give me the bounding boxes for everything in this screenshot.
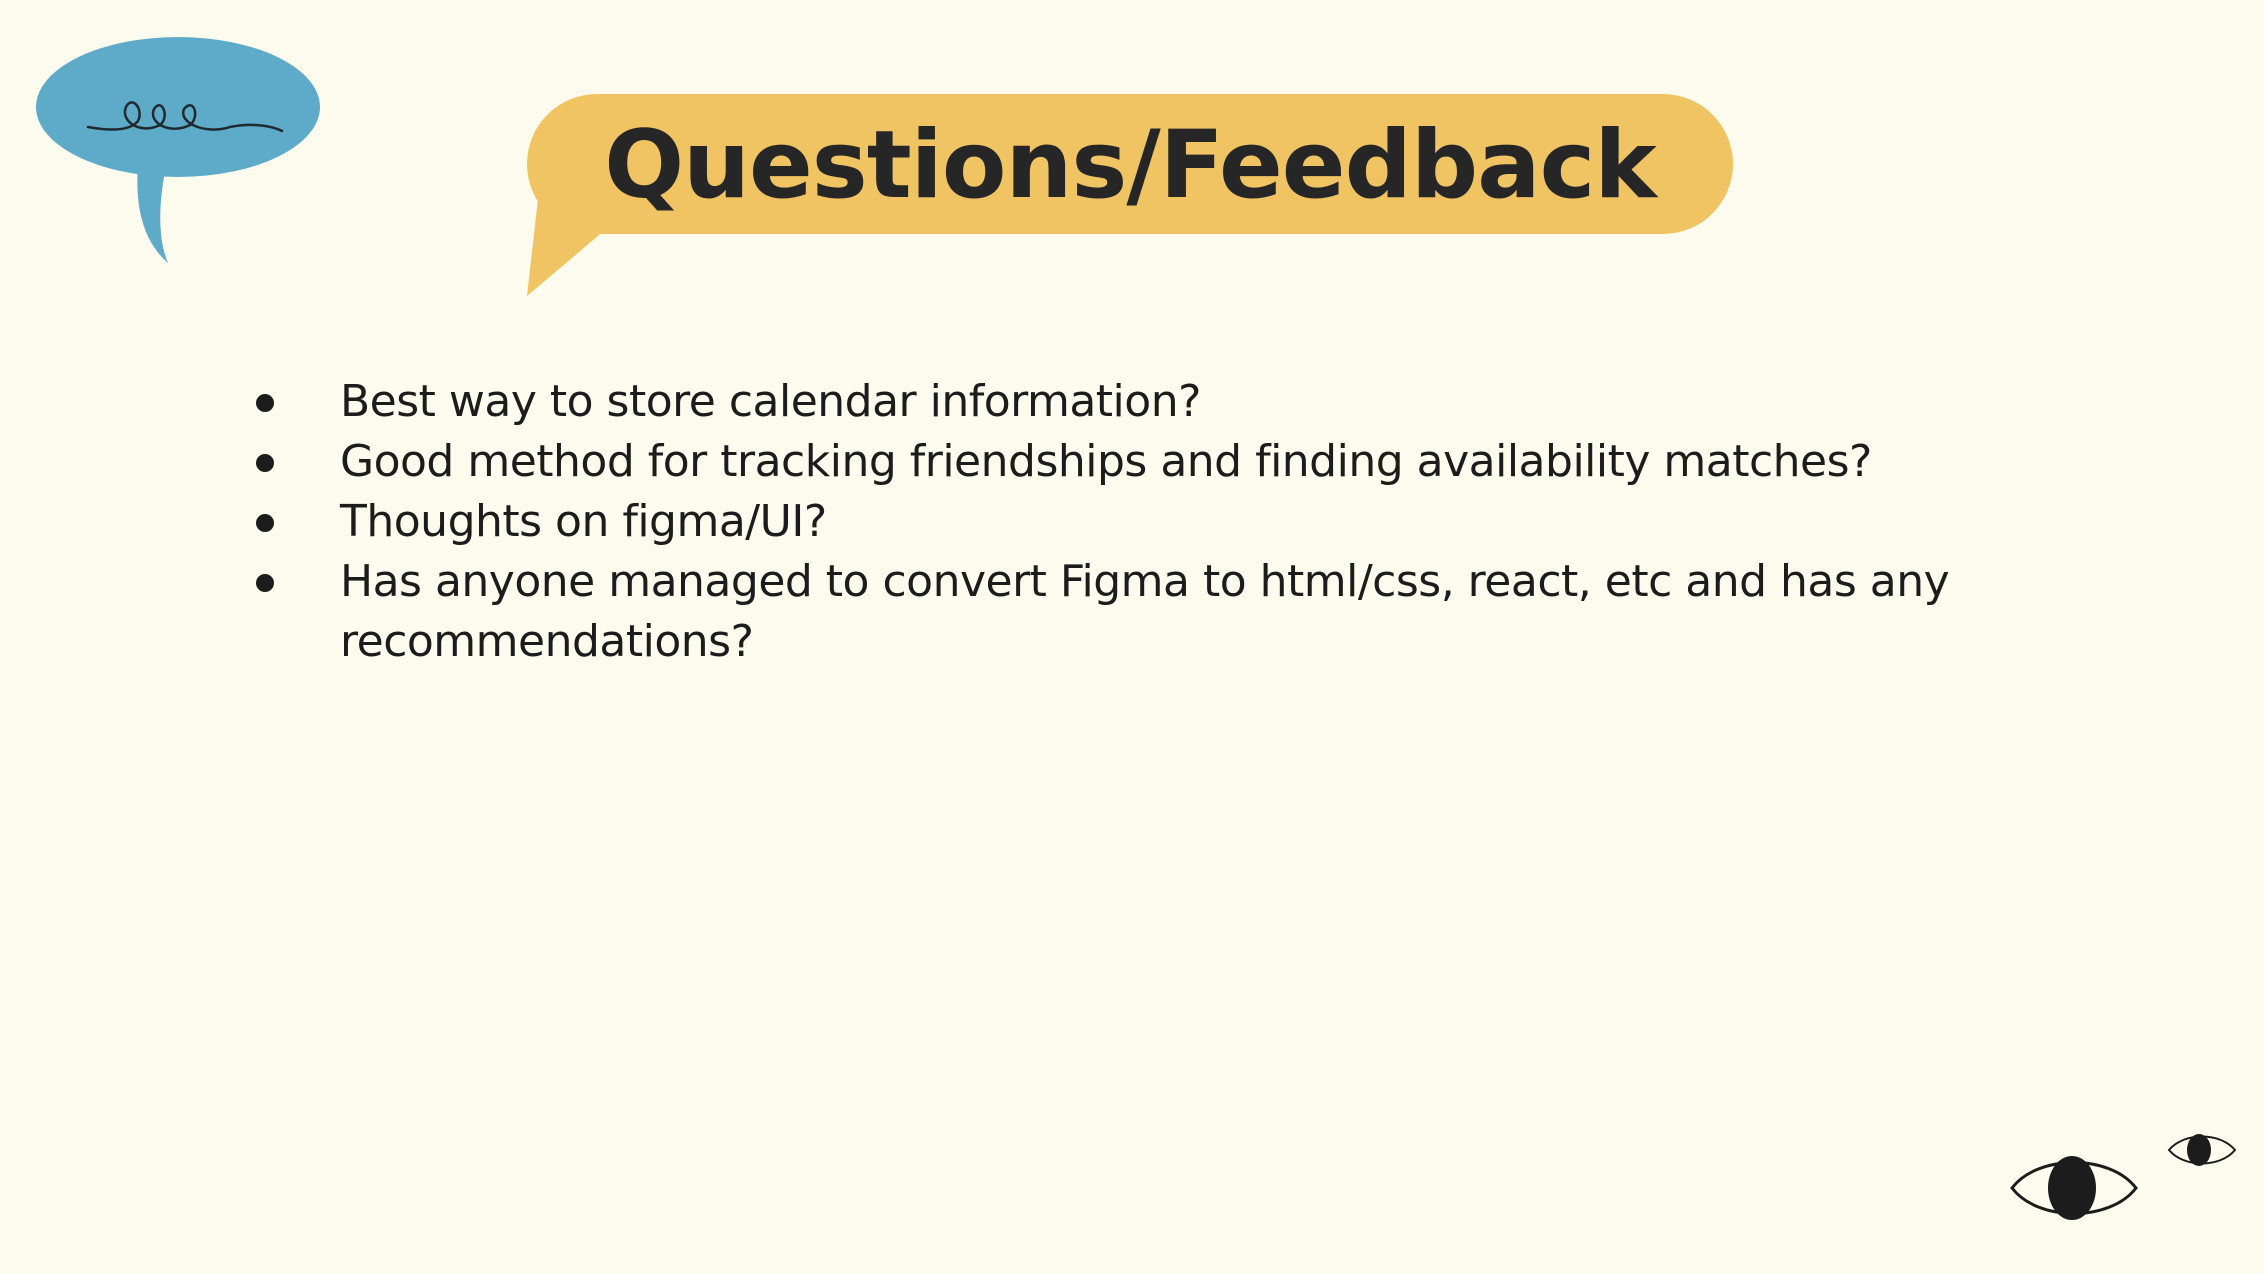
bullet-icon — [256, 394, 274, 412]
bullet-text: Good method for tracking friendships and… — [340, 436, 1872, 487]
bullet-text: Thoughts on figma/UI? — [340, 496, 827, 547]
bullet-text: Best way to store calendar information? — [340, 376, 1201, 427]
list-item: Best way to store calendar information? — [240, 372, 2000, 432]
list-item: Good method for tracking friendships and… — [240, 432, 2000, 492]
bullet-text: Has anyone managed to convert Figma to h… — [340, 556, 1950, 667]
bullet-icon — [256, 454, 274, 472]
speech-bubble-squiggle-icon — [36, 37, 320, 263]
eye-icon — [2010, 1156, 2138, 1220]
list-item: Thoughts on figma/UI? — [240, 492, 2000, 552]
list-item: Has anyone managed to convert Figma to h… — [240, 552, 2000, 672]
slide-title: Questions/Feedback — [604, 110, 1657, 220]
bullet-list: Best way to store calendar information? … — [240, 372, 2000, 672]
slide: Questions/Feedback Best way to store cal… — [0, 0, 2264, 1274]
bullet-icon — [256, 514, 274, 532]
bullet-icon — [256, 574, 274, 592]
eye-icon — [2167, 1134, 2237, 1166]
